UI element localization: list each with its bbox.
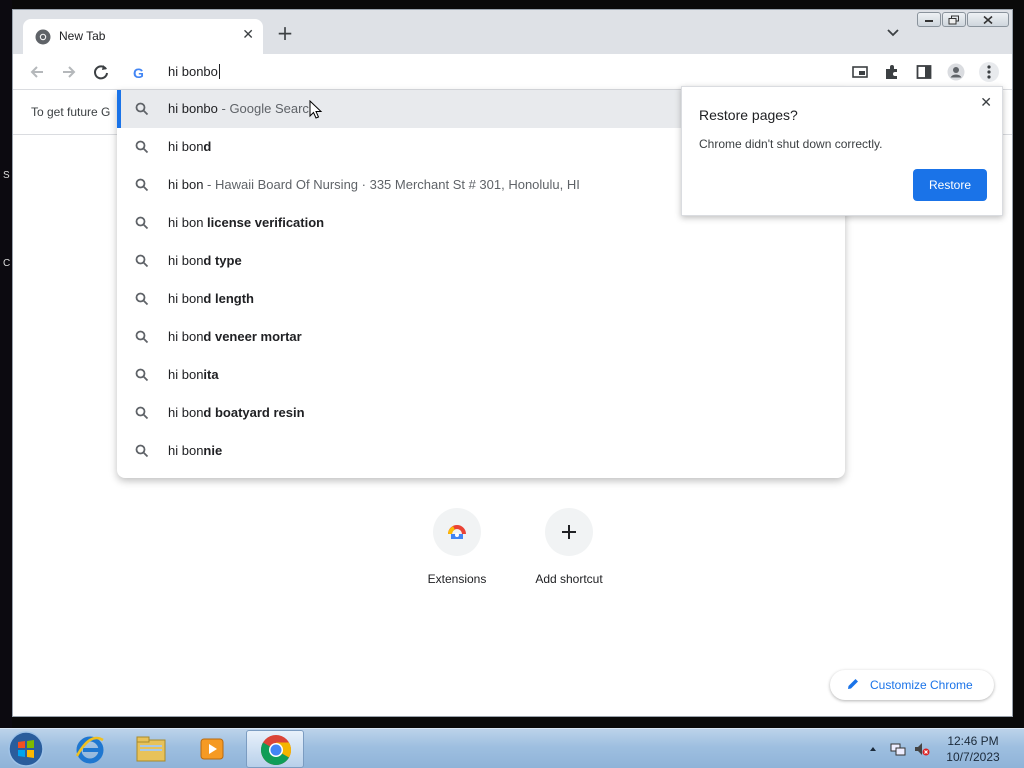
clock-date[interactable]: 10/7/2023	[938, 750, 1008, 764]
tab-strip: New Tab ✕ +	[13, 10, 1012, 54]
media-player-icon	[200, 738, 224, 760]
taskbar-media-player[interactable]	[183, 730, 241, 768]
maximize-button[interactable]	[942, 12, 966, 27]
taskbar: 12:46 PM 10/7/2023	[0, 728, 1024, 768]
reload-icon[interactable]	[91, 62, 111, 82]
tab-title: New Tab	[59, 29, 106, 43]
clock-time[interactable]: 12:46 PM	[938, 734, 1008, 748]
plus-icon	[562, 525, 576, 539]
search-icon	[135, 406, 149, 420]
suggestion-text: hi bond	[168, 139, 212, 154]
extensions-puzzle-icon[interactable]	[883, 63, 901, 81]
picture-in-picture-icon[interactable]	[851, 63, 869, 81]
suggestion-row[interactable]: hi bond veneer mortar	[117, 318, 845, 356]
taskbar-chrome[interactable]	[246, 730, 304, 768]
volume-muted-icon[interactable]	[914, 741, 930, 757]
restore-pages-bubble: Restore pages? ✕ Chrome didn't shut down…	[681, 86, 1003, 216]
back-arrow-icon[interactable]	[27, 62, 47, 82]
infobar-text: To get future G	[31, 105, 111, 119]
minimize-button[interactable]	[917, 12, 941, 27]
suggestion-row[interactable]: hi bond boatyard resin	[117, 394, 845, 432]
taskbar-file-explorer[interactable]	[122, 730, 180, 768]
tab-new-tab[interactable]: New Tab ✕	[23, 19, 263, 54]
desktop-edge-text: C	[3, 258, 11, 269]
menu-kebab-icon[interactable]	[979, 62, 999, 82]
search-icon	[135, 292, 149, 306]
start-button-icon[interactable]	[6, 730, 46, 768]
restore-message: Chrome didn't shut down correctly.	[699, 137, 883, 151]
suggestion-text: hi bond length	[168, 291, 254, 306]
chrome-icon	[35, 29, 51, 45]
close-icon	[983, 15, 993, 24]
network-icon[interactable]	[890, 741, 906, 757]
text-caret	[218, 64, 220, 79]
forward-arrow-icon[interactable]	[59, 62, 79, 82]
close-tab-icon[interactable]: ✕	[242, 27, 254, 43]
search-icon	[135, 178, 149, 192]
suggestion-text: hi bond type	[168, 253, 242, 268]
suggestion-row[interactable]: hi bond length	[117, 280, 845, 318]
minimize-icon	[925, 19, 933, 22]
search-icon	[135, 216, 149, 230]
restore-title: Restore pages?	[699, 107, 798, 123]
profile-avatar-icon[interactable]	[947, 63, 965, 81]
suggestion-text: hi bonnie	[168, 443, 223, 458]
side-panel-icon[interactable]	[915, 63, 933, 81]
suggestion-text: hi bon - Hawaii Board Of Nursing · 335 M…	[168, 177, 580, 192]
shortcut-label: Add shortcut	[535, 572, 603, 586]
taskbar-internet-explorer[interactable]	[61, 730, 119, 768]
shortcut-tile	[545, 508, 593, 556]
chrome-window: New Tab ✕ + G hi bonbo To get future G E…	[12, 9, 1013, 717]
suggestion-row[interactable]: hi bond type	[117, 242, 845, 280]
tab-search-chevron-icon[interactable]	[886, 28, 900, 38]
suggestion-text: hi bonita	[168, 367, 219, 382]
close-window-button[interactable]	[967, 12, 1009, 27]
chrome-icon	[261, 735, 292, 766]
desktop-edge-text: S	[3, 170, 10, 181]
suggestion-text: hi bond boatyard resin	[168, 405, 305, 420]
omnibox-input[interactable]: hi bonbo	[168, 64, 220, 79]
search-icon	[135, 368, 149, 382]
restore-down-icon	[948, 15, 959, 24]
folder-icon	[136, 736, 166, 762]
suggestion-row[interactable]: hi bonnie	[117, 432, 845, 470]
suggestion-row[interactable]: hi bonita	[117, 356, 845, 394]
screen: S C New Tab ✕ + G hi bonbo To get future…	[0, 0, 1024, 768]
chrome-webstore-icon	[448, 525, 466, 539]
internet-explorer-icon	[75, 736, 104, 764]
shortcut-label: Extensions	[427, 572, 487, 586]
suggestion-text: hi bond veneer mortar	[168, 329, 302, 344]
restore-button[interactable]: Restore	[913, 169, 987, 201]
search-icon	[135, 102, 149, 116]
google-icon: G	[133, 65, 144, 81]
customize-chrome-button[interactable]: Customize Chrome	[830, 670, 994, 700]
search-icon	[135, 140, 149, 154]
close-icon[interactable]: ✕	[980, 95, 992, 111]
mouse-cursor-icon	[309, 100, 323, 119]
pencil-icon	[848, 679, 858, 689]
search-icon	[135, 444, 149, 458]
suggestion-text: hi bon license verification	[168, 215, 325, 230]
customize-label: Customize Chrome	[870, 678, 973, 692]
suggestion-text: hi bonbo - Google Search	[168, 101, 317, 116]
toolbar: G hi bonbo	[13, 54, 1012, 90]
new-tab-button[interactable]: +	[275, 23, 295, 43]
search-icon	[135, 330, 149, 344]
show-hidden-icons-icon[interactable]	[868, 741, 878, 757]
omnibox-value: hi bonbo	[168, 64, 218, 79]
desktop-edge: S C	[0, 0, 12, 728]
search-icon	[135, 254, 149, 268]
shortcut-tile	[433, 508, 481, 556]
